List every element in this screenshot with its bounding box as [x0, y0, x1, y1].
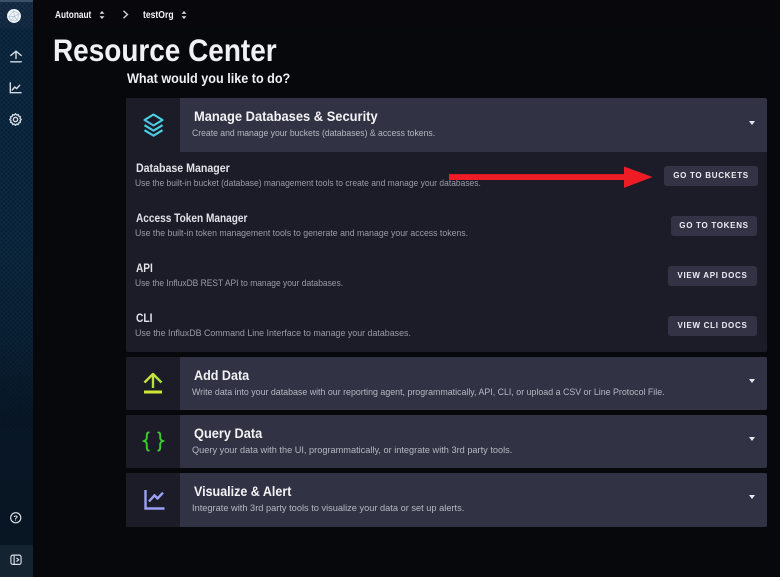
svg-text:?: ? — [13, 514, 18, 523]
